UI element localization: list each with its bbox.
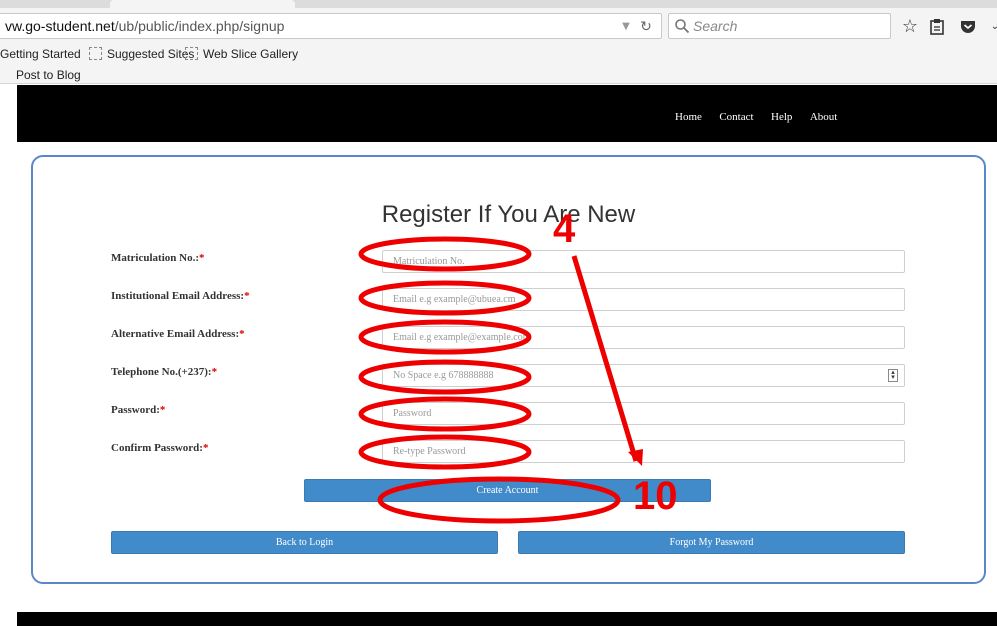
confirm-password-input[interactable]: Re-type Password <box>382 440 905 463</box>
nav-about-link[interactable]: About <box>810 111 838 123</box>
active-tab[interactable] <box>110 0 295 8</box>
address-bar[interactable]: vw.go-student.net/ub/public/index.php/si… <box>0 13 662 39</box>
reload-icon[interactable]: ↻ <box>637 18 655 36</box>
folder-icon <box>89 47 102 60</box>
matriculation-placeholder: Matriculation No. <box>393 256 465 267</box>
confirm-password-label: Confirm Password:* <box>111 442 209 454</box>
back-to-login-button[interactable]: Back to Login <box>111 531 498 554</box>
bookmark-suggested-sites[interactable]: Suggested Sites <box>89 47 194 61</box>
password-input[interactable]: Password <box>382 402 905 425</box>
alternative-email-placeholder: Email e.g example@example.com <box>393 332 531 343</box>
bookmark-getting-started[interactable]: Getting Started <box>0 47 81 61</box>
nav-home-link[interactable]: Home <box>675 111 702 123</box>
alternative-email-label: Alternative Email Address:* <box>111 328 245 340</box>
signup-card: Register If You Are New Matriculation No… <box>31 155 986 584</box>
search-box[interactable]: Search <box>668 13 891 39</box>
matriculation-input[interactable]: Matriculation No. <box>382 250 905 273</box>
star-icon[interactable]: ☆ <box>899 16 921 38</box>
institutional-email-label: Institutional Email Address:* <box>111 290 250 302</box>
matriculation-label: Matriculation No.:* <box>111 252 205 264</box>
forgot-password-button[interactable]: Forgot My Password <box>518 531 905 554</box>
bookmark-web-slice-gallery[interactable]: Web Slice Gallery <box>185 47 298 61</box>
browser-toolbar: vw.go-student.net/ub/public/index.php/si… <box>0 8 997 44</box>
pocket-icon[interactable] <box>957 16 979 38</box>
telephone-input[interactable]: No Space e.g 678888888 ▴ ▾ <box>382 364 905 387</box>
bookmarks-toolbar: Getting Started Suggested Sites Web Slic… <box>0 44 997 84</box>
nav-help-link[interactable]: Help <box>771 111 792 123</box>
annotation-count-total: 10 <box>633 474 678 518</box>
nav-contact-link[interactable]: Contact <box>719 111 753 123</box>
folder-icon <box>185 47 198 60</box>
annotation-count-fields: 4 <box>553 207 576 251</box>
tab-strip <box>0 0 997 8</box>
telephone-placeholder: No Space e.g 678888888 <box>393 370 494 381</box>
bookmark-post-to-blog[interactable]: Post to Blog <box>16 68 81 82</box>
confirm-password-placeholder: Re-type Password <box>393 446 466 457</box>
site-header: Home Contact Help About <box>17 85 997 142</box>
number-spinner-icon[interactable]: ▴ ▾ <box>888 369 898 382</box>
alternative-email-input[interactable]: Email e.g example@example.com <box>382 326 905 349</box>
reading-list-icon[interactable] <box>926 16 948 38</box>
institutional-email-placeholder: Email e.g example@ubuea.cm <box>393 294 516 305</box>
telephone-label: Telephone No.(+237):* <box>111 366 218 378</box>
institutional-email-input[interactable]: Email e.g example@ubuea.cm <box>382 288 905 311</box>
menu-chevron-icon[interactable]: ⌄ <box>984 16 997 38</box>
site-footer <box>17 612 997 626</box>
password-label: Password:* <box>111 404 166 416</box>
site-nav: Home Contact Help About <box>675 107 850 125</box>
url-dropdown-icon[interactable]: ▼ <box>619 20 633 34</box>
url-text: vw.go-student.net/ub/public/index.php/si… <box>5 18 285 34</box>
search-icon <box>675 19 690 34</box>
password-placeholder: Password <box>393 408 432 419</box>
page-title: Register If You Are New <box>381 201 636 228</box>
search-placeholder: Search <box>693 18 738 34</box>
